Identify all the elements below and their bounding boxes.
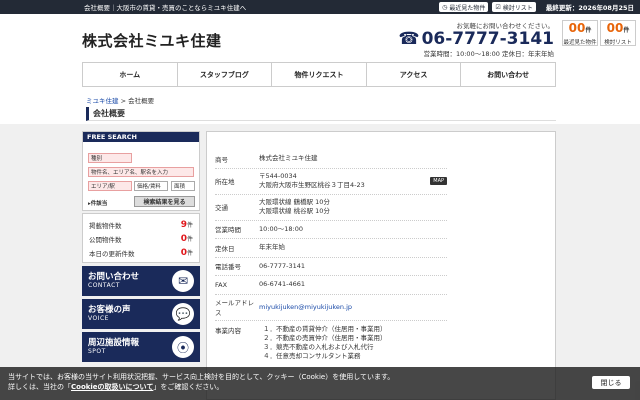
company-profile: 商号 株式会社ミユキ住建 所在地 〒544-0034 大阪府大阪市生野区桃谷３丁目4-… [206,131,556,400]
stat-public: 公開物件数 0件 [89,234,193,244]
last-updated: 最終更新：2026年08月25日 [545,4,634,12]
cookie-policy-link[interactable]: Cookieの取扱いについて [71,383,153,391]
profile-row-email: メールアドレス miyukijuken@miyukijuken.jp [215,295,447,321]
search-button[interactable]: 検索結果を見る [134,196,195,207]
contact-info: お気軽にお問い合わせください。 ☎ 06-7777-3141 営業時間：10:00… [398,20,554,58]
site-tagline: 会社概要｜大阪市の賃貸・売買のことならミユキ住建へ [84,4,247,12]
profile-row-hours: 営業時間 10:00〜18:00 [215,221,447,239]
saved-count: 00 [606,21,624,35]
breadcrumb-home[interactable]: ミユキ住建 [86,97,119,105]
mail-icon: ✉ [172,270,194,292]
search-title: FREE SEARCH [83,132,199,142]
breadcrumb: ミユキ住建 > 会社概要 [86,97,155,105]
profile-row-address: 所在地 〒544-0034 大阪府大阪市生野区桃谷３丁目4-23 MAP [215,169,447,195]
banner-voice[interactable]: お客様の声 VOICE 💬 [82,299,200,329]
profile-row-business: 事業内容 １．不動産の賃貸仲介（住居用・事業用） ２．不動産の売買仲介（住居用・事業… [215,324,387,360]
saved-list-button[interactable]: ☑ 検討リスト [492,2,536,12]
cookie-message: 当サイトでは、お客様の当サイト利用状況把握、サービス向上検討を目的として、クッキ… [8,373,395,381]
area-select[interactable]: エリア/駅 [88,181,132,191]
banner-contact[interactable]: お問い合わせ CONTACT ✉ [82,266,200,296]
phone-icon: ☎ [398,29,420,49]
top-bar: 会社概要｜大阪市の賃貸・売買のことならミユキ住建へ ◷ 最近見た物件 ☑ 検討リスト… [0,0,640,14]
recent-viewed-button[interactable]: ◷ 最近見た物件 [439,2,489,12]
type-select[interactable]: 種別 [88,153,132,163]
profile-row-access: 交通 大阪環状線 鶴橋駅 10分 大阪環状線 桃谷駅 10分 [215,195,447,221]
nav-home[interactable]: ホーム [83,63,178,86]
site-logo[interactable]: 株式会社ミユキ住建 [82,30,222,51]
nav-request[interactable]: 物件リクエスト [272,63,367,86]
stat-listed: 掲載物件数 9件 [89,220,193,230]
saved-count-box[interactable]: 00件 検討リスト [600,20,636,46]
map-button[interactable]: MAP [430,177,447,185]
keyword-input[interactable]: 物件名、エリア名、駅名を入力 [88,167,194,177]
business-hours: 営業時間：10:00〜18:00 定休日：年末年始 [423,50,554,58]
sidebar: FREE SEARCH 種別 物件名、エリア名、駅名を入力 エリア/駅 価格/賃… [82,131,200,362]
stat-updated-today: 本日の更新件数 0件 [89,248,193,258]
profile-row-holiday: 定休日 年末年始 [215,239,447,258]
breadcrumb-current: 会社概要 [128,97,155,105]
cookie-banner: 当サイトでは、お客様の当サイト利用状況把握、サービス向上検討を目的として、クッキ… [0,367,640,400]
nav-staff-blog[interactable]: スタッフブログ [177,63,273,86]
checkbox-icon: ☑ [495,3,501,11]
broadcast-icon: ⦿ [172,336,194,358]
cookie-close-button[interactable]: 閉じる [592,376,630,389]
speech-bubble-icon: 💬 [172,303,194,325]
size-select[interactable]: 面積 [171,181,195,191]
profile-row-fax: FAX 06-6741-4661 [215,276,447,295]
page-title: 会社概要 [86,107,556,121]
recent-count: 00 [568,21,586,35]
profile-row-name: 商号 株式会社ミユキ住建 [215,150,447,169]
match-count: ▸件該当 [88,201,108,207]
profile-row-phone: 電話番号 06-7777-3141 [215,258,447,276]
nav-access[interactable]: アクセス [366,63,462,86]
main-nav: ホーム スタッフブログ 物件リクエスト アクセス お問い合わせ [82,62,556,87]
email-link[interactable]: miyukijuken@miyukijuken.jp [259,303,447,312]
price-select[interactable]: 価格/賃料 [134,181,168,191]
nav-contact[interactable]: お問い合わせ [461,63,555,86]
header: 株式会社ミユキ住建 お気軽にお問い合わせください。 ☎ 06-7777-3141 … [0,14,640,62]
phone-number[interactable]: ☎ 06-7777-3141 [398,30,554,48]
free-search-panel: FREE SEARCH 種別 物件名、エリア名、駅名を入力 エリア/駅 価格/賃… [82,131,200,211]
clock-icon: ◷ [442,3,448,11]
banner-spot[interactable]: 周辺施設情報 SPOT ⦿ [82,332,200,362]
recent-count-box[interactable]: 00件 最近見た物件 [562,20,598,46]
property-stats: 掲載物件数 9件 公開物件数 0件 本日の更新件数 0件 [82,213,200,263]
